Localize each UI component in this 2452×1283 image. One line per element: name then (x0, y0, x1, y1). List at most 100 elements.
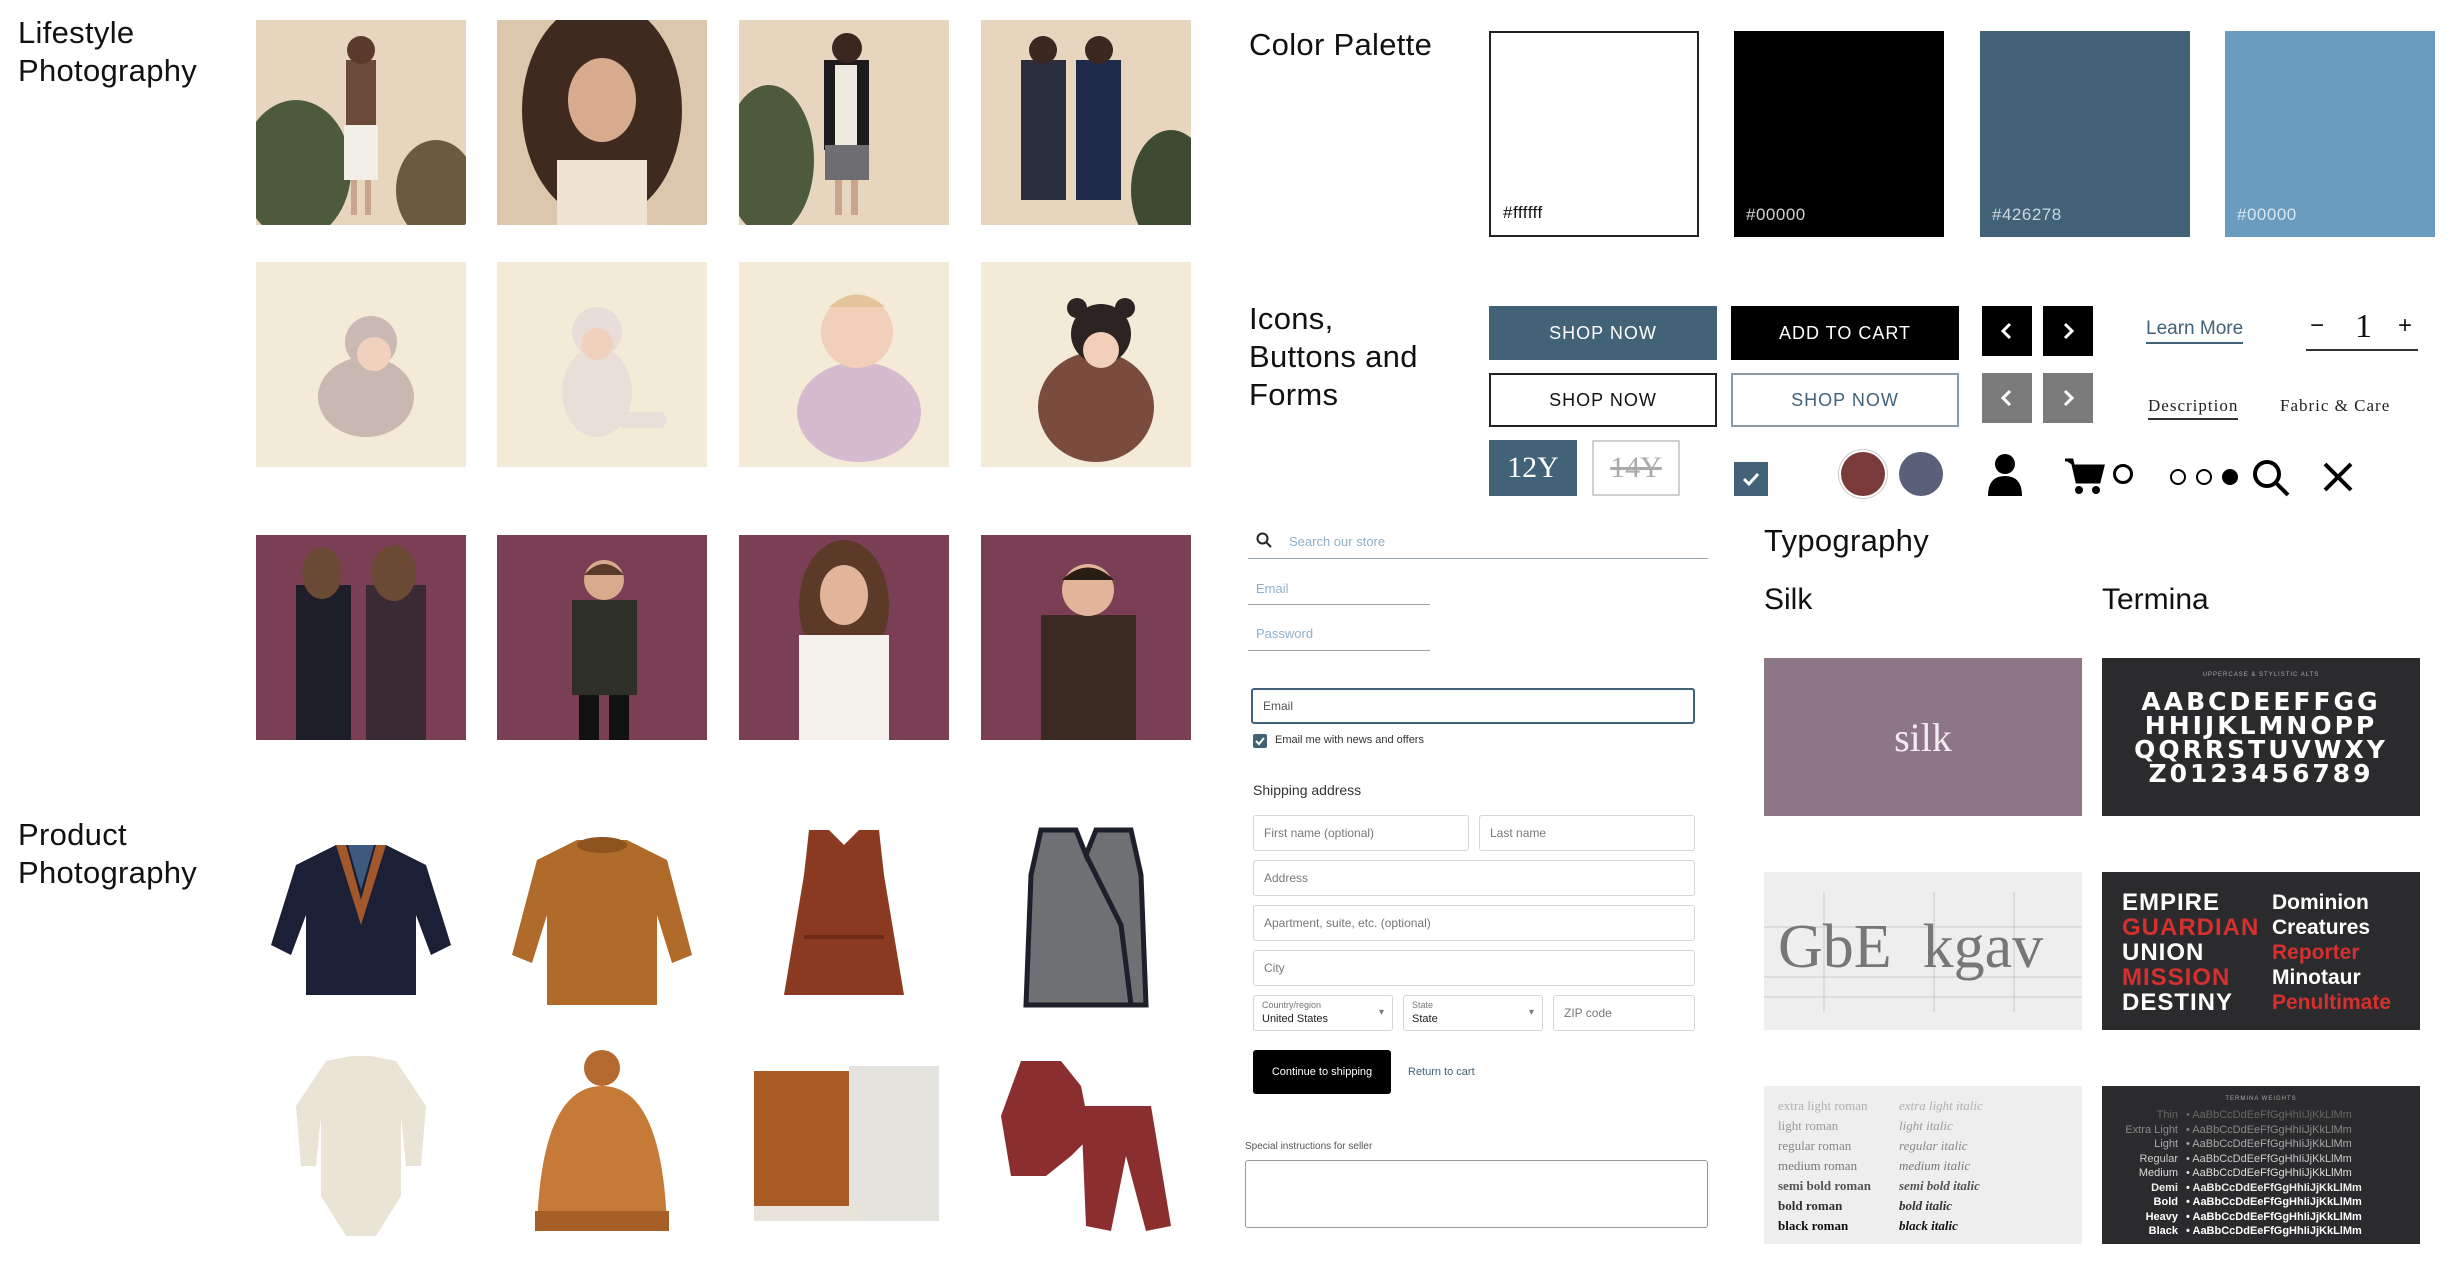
swatch-black: #00000 (1734, 31, 1944, 237)
user-icon[interactable] (1986, 452, 2024, 503)
silk-weight-roman: black roman (1778, 1218, 1849, 1233)
quantity-stepper: − 1 + (2306, 306, 2418, 351)
termina-word-destiny: DESTINY (2122, 989, 2234, 1016)
arrow-left-icon[interactable] (1982, 306, 2032, 356)
swatch-blue: #426278 (1980, 31, 2190, 237)
state-select[interactable]: State State ▾ (1403, 995, 1543, 1031)
quantity-plus-button[interactable]: + (2398, 312, 2412, 340)
search-input[interactable]: Search our store (1289, 534, 1385, 549)
shop-now-button-outline[interactable]: SHOP NOW (1489, 373, 1717, 427)
termina-alphabet-tile: UPPERCASE & STYLISTIC ALTS AABCDEEFFGG H… (2102, 658, 2420, 816)
lifestyle-photo-10 (497, 535, 707, 740)
quantity-value[interactable]: 1 (2355, 308, 2372, 346)
learn-more-link[interactable]: Learn More (2146, 318, 2244, 344)
lifestyle-photo-11 (739, 535, 949, 740)
termina-word-union: UNION (2122, 939, 2205, 966)
termina-title: Termina (2102, 583, 2209, 616)
last-name-field[interactable]: Last name (1479, 815, 1695, 851)
search-icon-small (1256, 532, 1272, 553)
termina-word-reporter: Reporter (2272, 941, 2360, 964)
lifestyle-photo-8 (981, 262, 1191, 467)
silk-weight-italic: medium italic (1899, 1158, 1971, 1173)
pagination-dot-1[interactable] (2170, 469, 2186, 485)
tab-fabric-care[interactable]: Fabric & Care (2280, 396, 2390, 416)
silk-weight-roman: bold roman (1778, 1198, 1843, 1213)
password-field[interactable]: Password (1256, 626, 1313, 641)
zip-field[interactable]: ZIP code (1553, 995, 1695, 1031)
termina-weight-row: Extra Light • AaBbCcDdEeFfGgHhIiJjKkLlMm (2125, 1123, 2352, 1136)
lifestyle-photo-7 (739, 262, 949, 467)
chevron-down-icon: ▾ (1378, 1007, 1384, 1018)
first-name-field[interactable]: First name (optional) (1253, 815, 1469, 851)
city-field[interactable]: City (1253, 950, 1695, 986)
pagination-dot-2[interactable] (2196, 469, 2212, 485)
color-swatch-slate[interactable] (1899, 452, 1943, 496)
silk-weight-roman: medium roman (1778, 1158, 1858, 1173)
icons-buttons-title: Icons, Buttons and Forms (1249, 301, 1418, 412)
address-field[interactable]: Address (1253, 860, 1695, 896)
silk-word: silk (1894, 714, 1952, 760)
country-select[interactable]: Country/region United States ▾ (1253, 995, 1393, 1031)
silk-specimen-tile: GbE kgav (1764, 872, 2082, 1030)
quantity-minus-button[interactable]: − (2310, 312, 2324, 340)
silk-weight-italic: bold italic (1899, 1198, 1953, 1213)
termina-weights-label: TERMINA WEIGHTS (2225, 1096, 2297, 1102)
lifestyle-photo-6 (497, 262, 707, 467)
termina-row-4: Z0123456789 (2148, 759, 2374, 788)
termina-word-empire: EMPIRE (2122, 889, 2221, 916)
continue-to-shipping-button[interactable]: Continue to shipping (1253, 1050, 1391, 1094)
arrow-left-disabled-icon[interactable] (1982, 373, 2032, 423)
silk-weight-roman: regular roman (1778, 1138, 1852, 1153)
termina-weight-row: Heavy • AaBbCcDdEeFfGgHhIiJjKkLlMm (2145, 1210, 2362, 1223)
arrow-right-disabled-icon[interactable] (2043, 373, 2093, 423)
silk-word-tile: silk (1764, 658, 2082, 816)
close-icon[interactable] (2321, 460, 2355, 499)
email-field-focused[interactable]: Email (1251, 688, 1695, 724)
cart-icon[interactable] (2063, 456, 2105, 501)
shop-now-button-blue[interactable]: SHOP NOW (1489, 306, 1717, 360)
lifestyle-photo-5 (256, 262, 466, 467)
product-sweater-camel (497, 815, 707, 1015)
size-option-unavailable[interactable]: 14Y (1592, 440, 1680, 496)
newsletter-label: Email me with news and offers (1275, 734, 1424, 746)
product-hat-camel (497, 1046, 707, 1246)
color-swatch-maroon[interactable] (1841, 452, 1885, 496)
size-option-selected[interactable]: 12Y (1489, 440, 1577, 496)
tab-description[interactable]: Description (2148, 396, 2239, 420)
termina-word-dominion: Dominion (2272, 891, 2369, 914)
add-to-cart-button[interactable]: ADD TO CART (1731, 306, 1959, 360)
shop-now-button-outline-blue[interactable]: SHOP NOW (1731, 373, 1959, 427)
newsletter-checkbox[interactable] (1253, 734, 1267, 748)
swatch-white: #ffffff (1489, 31, 1699, 237)
pagination-dot-3[interactable] (2222, 469, 2238, 485)
lifestyle-photo-2 (497, 20, 707, 225)
product-title: Product Photography (18, 817, 198, 890)
swatch-blue-label: #426278 (1992, 205, 2062, 224)
lifestyle-photo-1 (256, 20, 466, 225)
silk-weight-italic: semi bold italic (1899, 1178, 1980, 1193)
termina-weight-row: Regular • AaBbCcDdEeFfGgHhIiJjKkLlMm (2139, 1152, 2352, 1165)
swatch-light-blue-label: #00000 (2237, 205, 2297, 224)
silk-weight-roman: extra light roman (1778, 1098, 1868, 1113)
palette-title: Color Palette (1249, 27, 1433, 62)
typography-title: Typography (1764, 523, 1929, 558)
cart-count-badge (2113, 464, 2133, 484)
lifestyle-photo-4 (981, 20, 1191, 225)
termina-weights-tile: TERMINA WEIGHTS Thin • AaBbCcDdEeFfGgHhIi… (2102, 1086, 2420, 1244)
search-icon[interactable] (2251, 458, 2291, 503)
checkbox-checked-icon[interactable] (1734, 462, 1768, 496)
chevron-down-icon: ▾ (1528, 1007, 1534, 1018)
lifestyle-photo-3 (739, 20, 949, 225)
lifestyle-title: Lifestyle Photography (18, 15, 198, 88)
termina-word-creatures: Creatures (2272, 916, 2371, 939)
return-to-cart-link[interactable]: Return to cart (1408, 1066, 1475, 1078)
silk-weight-roman: semi bold roman (1778, 1178, 1871, 1193)
termina-weight-row: Light • AaBbCcDdEeFfGgHhIiJjKkLlMm (2154, 1138, 2352, 1150)
apartment-field[interactable]: Apartment, suite, etc. (optional) (1253, 905, 1695, 941)
arrow-right-icon[interactable] (2043, 306, 2093, 356)
termina-weight-row: Medium • AaBbCcDdEeFfGgHhIiJjKkLlMm (2138, 1167, 2352, 1179)
termina-word-guardian: GUARDIAN (2122, 914, 2260, 941)
special-instructions-textarea[interactable] (1245, 1160, 1708, 1228)
silk-weight-roman: light roman (1778, 1118, 1839, 1133)
email-field[interactable]: Email (1256, 581, 1289, 596)
